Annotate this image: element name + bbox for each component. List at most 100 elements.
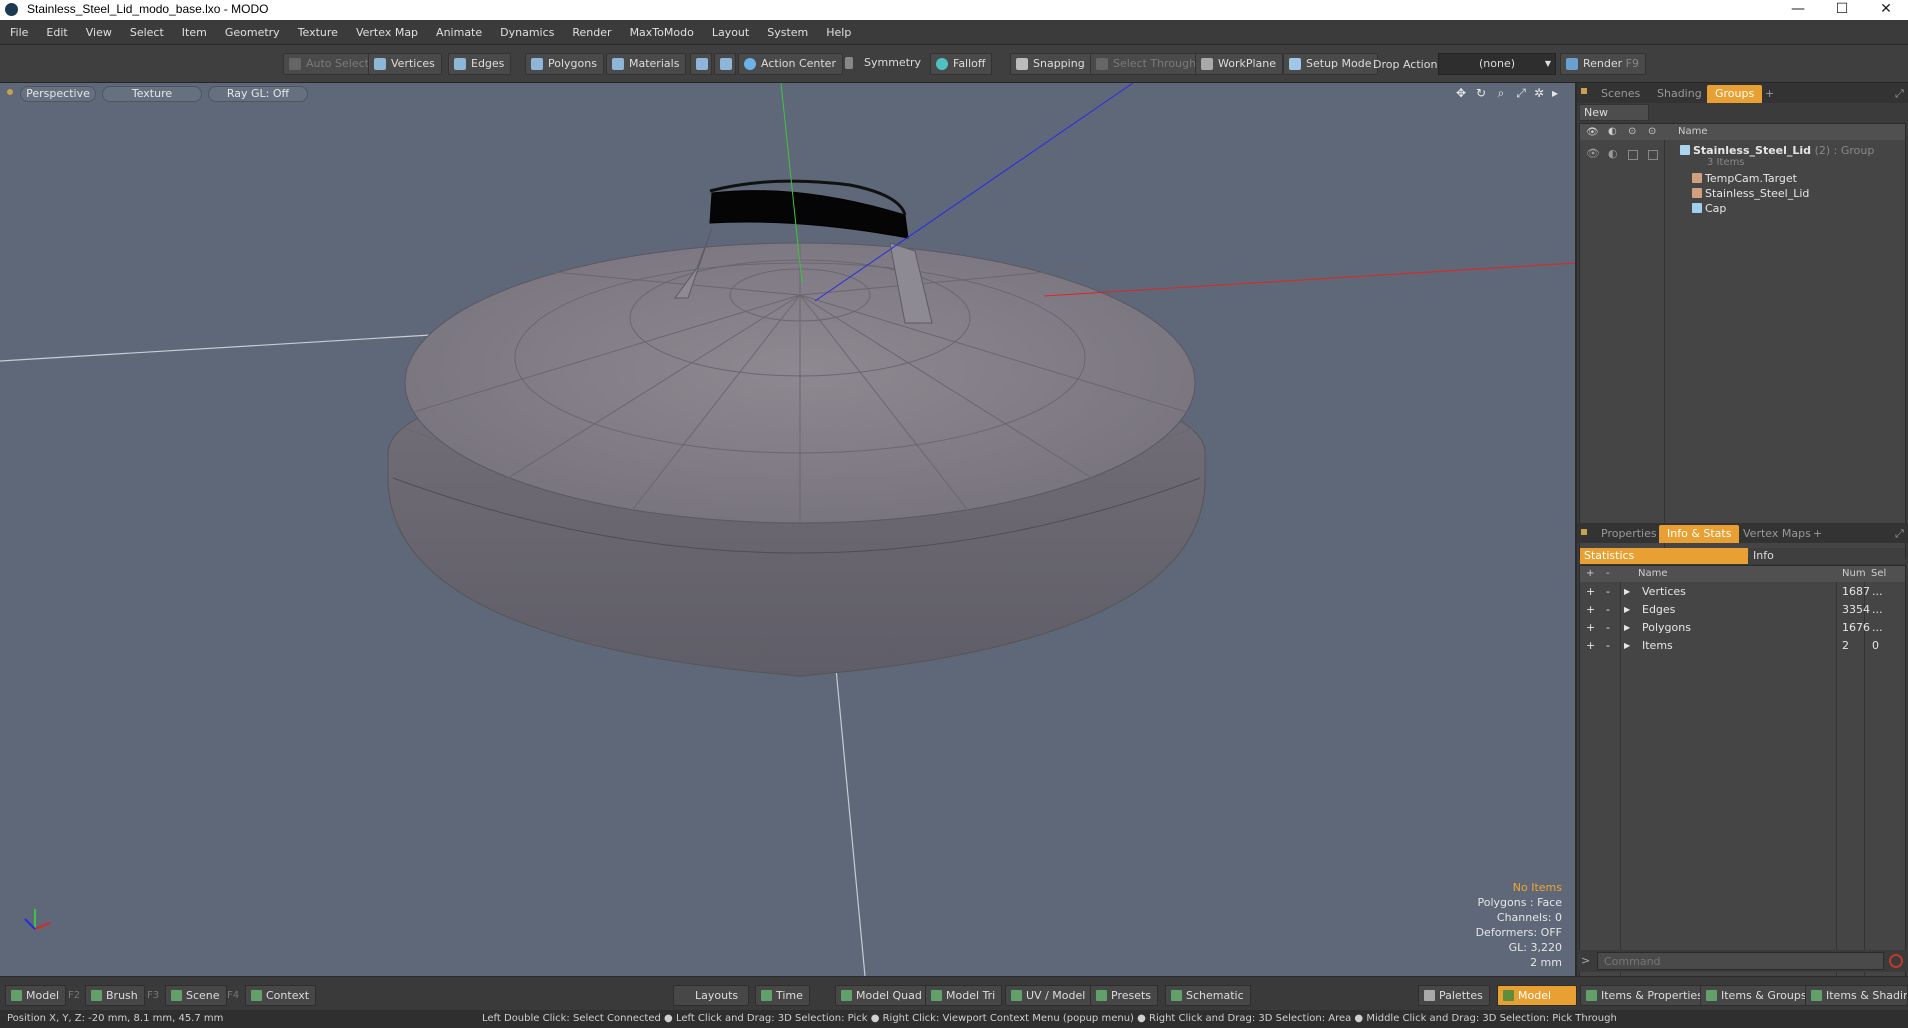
collapse-icon[interactable]: - [1606, 601, 1610, 619]
menu-edit[interactable]: Edit [37, 20, 76, 45]
list-item-stainless-steel-lid[interactable]: Stainless_Steel_Lid [1692, 186, 1809, 201]
snapping-button[interactable]: Snapping [1010, 53, 1092, 75]
collapse-icon[interactable]: - [1606, 583, 1610, 601]
uv-model-button[interactable]: UV / Model [1005, 985, 1093, 1006]
presets-button[interactable]: Presets [1090, 985, 1159, 1006]
setup-mode-button[interactable]: Setup Mode [1283, 53, 1379, 75]
maximize-button[interactable]: ☐ [1820, 0, 1864, 20]
menu-item[interactable]: Item [173, 20, 216, 45]
tab-scenes[interactable]: Scenes [1593, 85, 1648, 103]
time-button[interactable]: Time [755, 985, 810, 1006]
command-input[interactable] [1597, 952, 1884, 970]
model-tri-button[interactable]: Model Tri [925, 985, 1003, 1006]
menu-help[interactable]: Help [817, 20, 860, 45]
menu-geometry[interactable]: Geometry [216, 20, 289, 45]
render-button[interactable]: Render F9 [1560, 53, 1646, 75]
action-center-button[interactable]: Action Center [738, 53, 843, 75]
record-icon[interactable] [1889, 954, 1903, 968]
expand-right-icon[interactable]: ▸ [1548, 86, 1562, 100]
items-groups-button[interactable]: Items & Groups [1700, 985, 1814, 1006]
menu-layout[interactable]: Layout [703, 20, 758, 45]
polygons-button[interactable]: Polygons [525, 53, 604, 75]
menu-dynamics[interactable]: Dynamics [491, 20, 563, 45]
group-lock-checkbox[interactable] [1628, 150, 1638, 160]
group-select-checkbox[interactable] [1648, 150, 1658, 160]
items-properties-button[interactable]: Items & Properties [1580, 985, 1710, 1006]
component-select-button[interactable] [714, 53, 736, 75]
tree-arrow-icon[interactable]: ▶ [1624, 619, 1630, 637]
panel-menu-icon[interactable] [1581, 529, 1587, 535]
table-row[interactable]: + - ▶ Vertices 1687... [1580, 583, 1900, 601]
minimize-button[interactable]: — [1776, 0, 1820, 20]
menu-animate[interactable]: Animate [427, 20, 491, 45]
tree-arrow-icon[interactable]: ▶ [1624, 637, 1630, 655]
shading-mode-button[interactable]: Texture [102, 86, 202, 102]
layouts-button[interactable]: Layouts [673, 985, 749, 1006]
group-visibility-icon[interactable]: 👁 [1586, 147, 1600, 160]
expand-icon[interactable]: + [1586, 583, 1595, 601]
tree-arrow-icon[interactable]: ▶ [1624, 583, 1630, 601]
table-row[interactable]: + - ▶ Items 2 0 [1580, 637, 1900, 655]
menu-maxtomodo[interactable]: MaxToModo [621, 20, 703, 45]
menu-texture[interactable]: Texture [289, 20, 347, 45]
workplane-button[interactable]: WorkPlane [1195, 53, 1284, 75]
menu-file[interactable]: File [0, 20, 37, 45]
zoom-icon[interactable]: ⌕ [1494, 86, 1508, 100]
3d-viewport[interactable] [0, 83, 1575, 976]
materials-button[interactable]: Materials [606, 53, 687, 75]
element-select-button[interactable] [690, 53, 712, 75]
model-layout-button[interactable]: Model [5, 985, 67, 1006]
table-row[interactable]: + - ▶ Polygons 1676... [1580, 619, 1900, 637]
tab-shading[interactable]: Shading [1649, 85, 1710, 103]
group-render-icon[interactable]: ◐ [1608, 147, 1618, 160]
collapse-all-icon[interactable]: - [1606, 566, 1610, 582]
list-item-tempcam-target[interactable]: TempCam.Target [1692, 171, 1797, 186]
viewport-menu-icon[interactable] [7, 89, 13, 95]
scene-layout-button[interactable]: Scene [165, 985, 227, 1006]
context-button[interactable]: Context [245, 985, 317, 1006]
tab-groups[interactable]: Groups [1707, 85, 1763, 103]
select-through-button[interactable]: Select Through [1090, 53, 1204, 75]
new-group-button[interactable]: New Group [1579, 104, 1649, 134]
table-row[interactable]: + - ▶ Edges 3354... [1580, 601, 1900, 619]
schematic-button[interactable]: Schematic [1165, 985, 1251, 1006]
popout-icon[interactable]: ⤢ [1887, 525, 1908, 543]
model-tab-active[interactable]: Model [1497, 985, 1577, 1006]
falloff-button[interactable]: Falloff [930, 53, 993, 75]
tab-info-stats[interactable]: Info & Stats [1659, 525, 1740, 543]
expand-icon[interactable]: + [1586, 601, 1595, 619]
info-subtab[interactable]: Info [1749, 548, 1905, 564]
edges-button[interactable]: Edges [448, 53, 512, 75]
statistics-subtab[interactable]: Statistics [1580, 548, 1748, 564]
viewport-settings-icon[interactable]: ✲ [1532, 86, 1546, 100]
menu-vertex-map[interactable]: Vertex Map [347, 20, 427, 45]
drop-action-dropdown[interactable]: (none) ▼ [1438, 53, 1556, 75]
add-tab-icon[interactable]: + [1757, 85, 1782, 103]
palettes-button[interactable]: Palettes [1418, 985, 1490, 1006]
pan-icon[interactable]: ✥ [1454, 86, 1468, 100]
brush-layout-button[interactable]: Brush [85, 985, 145, 1006]
collapse-icon[interactable]: - [1606, 619, 1610, 637]
menu-view[interactable]: View [77, 20, 121, 45]
expand-icon[interactable]: + [1586, 619, 1595, 637]
menu-system[interactable]: System [758, 20, 817, 45]
expand-icon[interactable]: + [1586, 637, 1595, 655]
view-mode-button[interactable]: Perspective [20, 86, 96, 102]
maximize-viewport-icon[interactable]: ⤢ [1514, 86, 1528, 100]
add-tab-icon[interactable]: + [1805, 525, 1830, 543]
rotate-icon[interactable]: ↻ [1474, 86, 1488, 100]
list-item-cap[interactable]: Cap [1692, 201, 1726, 216]
panel-menu-icon[interactable] [1581, 88, 1587, 94]
popout-icon[interactable]: ⤢ [1887, 85, 1908, 103]
collapse-icon[interactable]: - [1606, 637, 1610, 655]
tree-arrow-icon[interactable]: ▶ [1624, 601, 1630, 619]
raygl-button[interactable]: Ray GL: Off [208, 86, 308, 102]
model-quad-button[interactable]: Model Quad [835, 985, 929, 1006]
tab-properties[interactable]: Properties [1593, 525, 1665, 543]
expand-all-icon[interactable]: + [1586, 566, 1594, 582]
menu-select[interactable]: Select [121, 20, 173, 45]
symmetry-button[interactable]: Symmetry [840, 53, 927, 75]
vertices-button[interactable]: Vertices [368, 53, 442, 75]
menu-render[interactable]: Render [563, 20, 620, 45]
items-shading-button[interactable]: Items & Shading [1805, 985, 1908, 1006]
